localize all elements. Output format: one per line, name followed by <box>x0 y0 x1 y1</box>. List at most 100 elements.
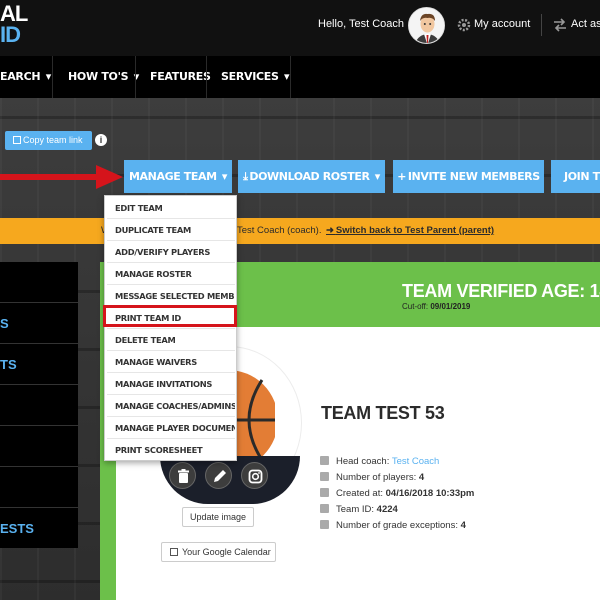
grade-exceptions-count: 4 <box>460 520 466 531</box>
sidebar-item[interactable] <box>0 262 78 303</box>
swap-arrows-icon[interactable] <box>553 18 567 32</box>
join-team-button[interactable]: JOIN TO <box>551 160 600 193</box>
switch-icon: ➜ <box>326 225 336 236</box>
site-logo[interactable]: AL ID <box>0 0 40 52</box>
nav-item-label: FEATURES <box>150 70 211 83</box>
nav-item-search[interactable]: EARCH ▾ <box>0 56 51 98</box>
chevron-down-icon: ▾ <box>282 70 290 83</box>
invite-new-members-button[interactable]: + INVITE NEW MEMBERS <box>393 160 544 193</box>
menu-item-duplicate-team[interactable]: DUPLICATE TEAM <box>107 220 235 241</box>
delete-image-button[interactable] <box>169 462 196 489</box>
logo-line-2: ID <box>0 22 21 47</box>
instagram-button[interactable] <box>241 462 268 489</box>
grade-exceptions-label: Number of grade exceptions: <box>336 520 458 531</box>
nav-divider <box>290 56 291 98</box>
join-team-label: JOIN TO <box>564 170 600 183</box>
instagram-icon <box>248 469 263 484</box>
team-name: TEAM TEST 53 <box>321 403 445 423</box>
nav-item-how-tos[interactable]: HOW TO'S ▾ <box>68 56 139 98</box>
head-coach-label: Head coach: <box>336 456 390 467</box>
banner-acting-as: Test Coach (coach). <box>237 225 322 236</box>
menu-item-add-verify-players[interactable]: ADD/VERIFY PLAYERS <box>107 242 235 263</box>
cutoff-value: 09/01/2019 <box>430 302 471 311</box>
menu-item-print-scoresheet[interactable]: PRINT SCORESHEET <box>107 440 235 461</box>
info-icon[interactable]: i <box>95 134 107 146</box>
nav-item-services[interactable]: SERVICES ▾ <box>221 56 290 98</box>
manage-team-label: MANAGE TEAM <box>129 170 217 183</box>
google-calendar-label: Your Google Calendar <box>182 547 271 557</box>
copy-team-link-button[interactable]: Copy team link <box>5 131 92 150</box>
menu-item-print-team-id[interactable]: PRINT TEAM ID <box>107 308 235 329</box>
head-coach-row: Head coach: Test Coach <box>320 456 439 470</box>
grade-exceptions-row: Number of grade exceptions: 4 <box>320 520 466 534</box>
red-arrow-icon <box>0 165 123 189</box>
created-value: 04/16/2018 10:33pm <box>385 488 475 499</box>
players-count: 4 <box>418 472 425 483</box>
switch-back-label: Switch back to Test Parent (parent) <box>335 225 495 236</box>
copy-icon <box>13 136 21 144</box>
nav-divider <box>52 56 53 98</box>
menu-item-manage-invitations[interactable]: MANAGE INVITATIONS <box>107 374 235 395</box>
team-id-row: Team ID: 4224 <box>320 504 398 518</box>
nav-item-label: SERVICES <box>221 70 279 83</box>
impersonation-banner: W Test Coach (coach). ➜ Switch back to T… <box>0 218 600 244</box>
greeting-text: Hello, Test Coach <box>318 18 405 30</box>
menu-item-manage-roster[interactable]: MANAGE ROSTER <box>107 264 235 285</box>
cutoff-label: Cut-off: <box>402 302 429 311</box>
my-account-link[interactable]: My account <box>474 18 530 30</box>
caret-down-icon: ▾ <box>220 170 228 183</box>
team-sidebar: S TS ESTS <box>0 262 78 548</box>
team-id-value: 4224 <box>376 504 398 515</box>
nav-item-label: EARCH <box>0 70 41 83</box>
header-divider <box>541 14 542 36</box>
nav-divider <box>135 56 136 98</box>
edit-image-button[interactable] <box>205 462 232 489</box>
tag-icon <box>320 504 329 513</box>
players-row: Number of players: 4 <box>320 472 424 486</box>
created-label: Created at: <box>336 488 383 499</box>
sidebar-item[interactable]: ESTS <box>0 508 78 549</box>
sidebar-item[interactable]: S <box>0 303 78 344</box>
created-row: Created at: 04/16/2018 10:33pm <box>320 488 474 502</box>
sidebar-item[interactable] <box>0 385 78 426</box>
copy-team-link-label: Copy team link <box>23 135 83 145</box>
menu-item-manage-player-documents[interactable]: MANAGE PLAYER DOCUMENTS <box>107 418 235 439</box>
cutoff-date: Cut-off: 09/01/2019 <box>402 302 470 311</box>
nav-item-label: HOW TO'S <box>68 70 129 83</box>
menu-item-message-selected-members[interactable]: MESSAGE SELECTED MEMBERS <box>107 286 235 307</box>
main-nav: EARCH ▾ HOW TO'S ▾ FEATURES SERVICES ▾ <box>0 56 600 98</box>
download-roster-button[interactable]: ⤓ DOWNLOAD ROSTER ▾ <box>238 160 385 193</box>
calendar-icon <box>170 548 178 556</box>
plus-icon: + <box>397 170 408 183</box>
menu-item-edit-team[interactable]: EDIT TEAM <box>107 198 235 219</box>
user-plus-icon <box>320 520 329 529</box>
manage-team-dropdown: EDIT TEAM DUPLICATE TEAM ADD/VERIFY PLAY… <box>104 195 237 461</box>
players-label: Number of players: <box>336 472 417 483</box>
user-icon <box>320 472 329 481</box>
caret-down-icon: ▾ <box>372 170 381 183</box>
head-coach-link[interactable]: Test Coach <box>392 456 440 467</box>
google-calendar-button[interactable]: Your Google Calendar <box>161 542 276 562</box>
menu-item-manage-coaches-admins[interactable]: MANAGE COACHES/ADMINS <box>107 396 235 417</box>
pencil-icon <box>214 470 226 482</box>
trophy-icon <box>320 456 329 465</box>
team-verified-age: TEAM VERIFIED AGE: 14 <box>402 281 600 301</box>
team-id-label: Team ID: <box>336 504 375 515</box>
sidebar-item[interactable]: TS <box>0 344 78 385</box>
act-as-link[interactable]: Act as <box>571 18 600 30</box>
download-roster-label: DOWNLOAD ROSTER <box>249 170 370 183</box>
invite-new-members-label: INVITE NEW MEMBERS <box>407 170 540 183</box>
chevron-down-icon: ▾ <box>43 70 52 83</box>
switch-back-link[interactable]: ➜ Switch back to Test Parent (parent) <box>326 218 494 244</box>
nav-item-features[interactable]: FEATURES <box>150 56 211 98</box>
menu-item-manage-waivers[interactable]: MANAGE WAIVERS <box>107 352 235 373</box>
menu-item-delete-team[interactable]: DELETE TEAM <box>107 330 235 351</box>
update-image-button[interactable]: Update image <box>182 507 254 527</box>
manage-team-button[interactable]: MANAGE TEAM ▾ <box>124 160 232 193</box>
user-avatar[interactable] <box>408 7 445 44</box>
nav-divider <box>206 56 207 98</box>
sidebar-item[interactable] <box>0 467 78 508</box>
calendar-icon <box>320 488 329 497</box>
sidebar-item[interactable] <box>0 426 78 467</box>
gear-icon[interactable] <box>457 18 471 32</box>
